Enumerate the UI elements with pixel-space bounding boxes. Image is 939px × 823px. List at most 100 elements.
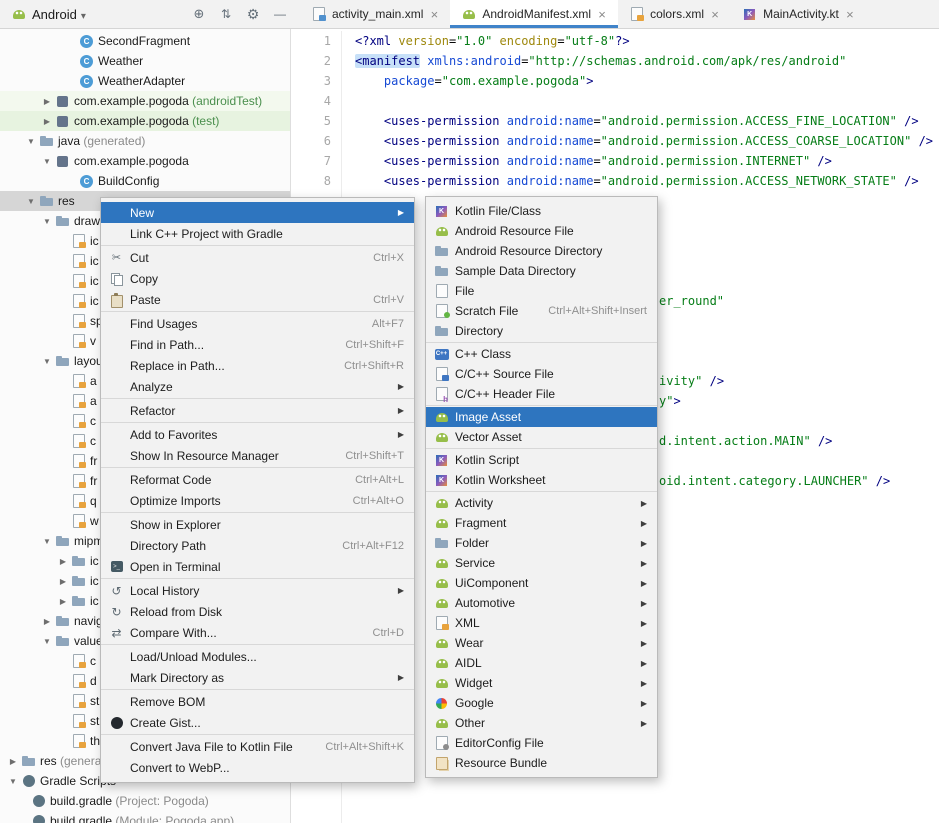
menu-item-cut[interactable]: CutCtrl+X	[101, 247, 414, 268]
locate-icon[interactable]	[191, 6, 207, 22]
tree-item-suffix: (generated)	[80, 134, 145, 148]
menu-item-wear[interactable]: Wear	[426, 633, 657, 653]
tree-item-com-example-pogoda[interactable]: com.example.pogoda	[0, 151, 290, 171]
menu-item-vector-asset[interactable]: Vector Asset	[426, 427, 657, 447]
tree-item-secondfragment[interactable]: SecondFragment	[0, 31, 290, 51]
chevron-right-icon[interactable]	[6, 757, 20, 766]
menu-item-activity[interactable]: Activity	[426, 493, 657, 513]
tab-activity-main-xml[interactable]: activity_main.xml	[300, 0, 450, 28]
menu-item-android-resource-directory[interactable]: Android Resource Directory	[426, 241, 657, 261]
menu-item-sample-data-directory[interactable]: Sample Data Directory	[426, 261, 657, 281]
menu-item-label: UiComponent	[455, 576, 528, 590]
menu-item-directory-path[interactable]: Directory PathCtrl+Alt+F12	[101, 535, 414, 556]
close-icon[interactable]	[844, 8, 856, 21]
tree-item-com-example-pogoda-test[interactable]: com.example.pogoda (test)	[0, 111, 290, 131]
menu-item-folder[interactable]: Folder	[426, 533, 657, 553]
menu-item-copy[interactable]: Copy	[101, 268, 414, 289]
menu-item-refactor[interactable]: Refactor	[101, 400, 414, 421]
close-icon[interactable]	[596, 8, 608, 21]
menu-item-convert-to-webp[interactable]: Convert to WebP...	[101, 757, 414, 778]
menu-item-analyze[interactable]: Analyze	[101, 376, 414, 397]
menu-item-link-c-project-with-gradle[interactable]: Link C++ Project with Gradle	[101, 223, 414, 244]
menu-item-resource-bundle[interactable]: Resource Bundle	[426, 753, 657, 773]
chevron-right-icon[interactable]	[40, 617, 54, 626]
xml-icon	[70, 713, 87, 729]
hide-panel-icon[interactable]	[272, 6, 288, 22]
menu-item-automotive[interactable]: Automotive	[426, 593, 657, 613]
menu-item-optimize-imports[interactable]: Optimize ImportsCtrl+Alt+O	[101, 490, 414, 511]
menu-item-paste[interactable]: PasteCtrl+V	[101, 289, 414, 310]
chevron-down-icon[interactable]	[40, 637, 54, 646]
menu-item-kotlin-file-class[interactable]: Kotlin File/Class	[426, 201, 657, 221]
menu-item-add-to-favorites[interactable]: Add to Favorites	[101, 424, 414, 445]
menu-item-android-resource-file[interactable]: Android Resource File	[426, 221, 657, 241]
chevron-down-icon[interactable]	[24, 137, 38, 146]
menu-item-local-history[interactable]: Local History	[101, 580, 414, 601]
menu-item-xml[interactable]: XML	[426, 613, 657, 633]
chevron-down-icon[interactable]	[40, 157, 54, 166]
menu-item-widget[interactable]: Widget	[426, 673, 657, 693]
menu-item-reformat-code[interactable]: Reformat CodeCtrl+Alt+L	[101, 469, 414, 490]
chevron-down-icon[interactable]	[40, 357, 54, 366]
menu-item-open-in-terminal[interactable]: Open in Terminal	[101, 556, 414, 577]
menu-item-aidl[interactable]: AIDL	[426, 653, 657, 673]
menu-item-c-class[interactable]: C++ Class	[426, 344, 657, 364]
chevron-right-icon[interactable]	[56, 557, 70, 566]
menu-item-replace-in-path[interactable]: Replace in Path...Ctrl+Shift+R	[101, 355, 414, 376]
menu-shortcut: Ctrl+Alt+F12	[342, 540, 404, 552]
chevron-down-icon[interactable]	[40, 217, 54, 226]
chevron-down-icon[interactable]	[24, 197, 38, 206]
tree-item-weatheradapter[interactable]: WeatherAdapter	[0, 71, 290, 91]
settings-gear-icon[interactable]	[245, 6, 261, 22]
menu-item-other[interactable]: Other	[426, 713, 657, 733]
menu-item-find-in-path[interactable]: Find in Path...Ctrl+Shift+F	[101, 334, 414, 355]
menu-item-mark-directory-as[interactable]: Mark Directory as	[101, 667, 414, 688]
project-view-selector[interactable]: Android	[32, 7, 86, 22]
package-icon	[54, 113, 71, 129]
menu-item-find-usages[interactable]: Find UsagesAlt+F7	[101, 313, 414, 334]
menu-item-reload-from-disk[interactable]: Reload from Disk	[101, 601, 414, 622]
tree-item-build-gradle-module-pogoda-app[interactable]: build.gradle (Module: Pogoda.app)	[0, 811, 290, 823]
menu-item-show-in-explorer[interactable]: Show in Explorer	[101, 514, 414, 535]
tree-item-com-example-pogoda-androidtest[interactable]: com.example.pogoda (androidTest)	[0, 91, 290, 111]
close-icon[interactable]	[709, 8, 721, 21]
chevron-down-icon[interactable]	[40, 537, 54, 546]
menu-item-directory[interactable]: Directory	[426, 321, 657, 341]
menu-item-convert-java-file-to-kotlin-file[interactable]: Convert Java File to Kotlin FileCtrl+Alt…	[101, 736, 414, 757]
menu-item-editorconfig-file[interactable]: EditorConfig File	[426, 733, 657, 753]
chevron-right-icon[interactable]	[40, 97, 54, 106]
chevron-right-icon[interactable]	[56, 577, 70, 586]
chevron-right-icon[interactable]	[56, 597, 70, 606]
menu-item-load-unload-modules[interactable]: Load/Unload Modules...	[101, 646, 414, 667]
menu-item-fragment[interactable]: Fragment	[426, 513, 657, 533]
tab-colors-xml[interactable]: colors.xml	[618, 0, 731, 28]
menu-item-image-asset[interactable]: Image Asset	[426, 407, 657, 427]
menu-item-right	[376, 208, 404, 217]
menu-item-scratch-file[interactable]: Scratch FileCtrl+Alt+Shift+Insert	[426, 301, 657, 321]
chevron-down-icon[interactable]	[6, 777, 20, 786]
close-icon[interactable]	[428, 8, 440, 21]
chevron-right-icon[interactable]	[40, 117, 54, 126]
menu-item-c-c-header-file[interactable]: C/C++ Header File	[426, 384, 657, 404]
menu-item-file[interactable]: File	[426, 281, 657, 301]
menu-item-compare-with[interactable]: Compare With...Ctrl+D	[101, 622, 414, 643]
tree-item-build-gradle-project-pogoda[interactable]: build.gradle (Project: Pogoda)	[0, 791, 290, 811]
menu-item-uicomponent[interactable]: UiComponent	[426, 573, 657, 593]
menu-item-c-c-source-file[interactable]: C/C++ Source File	[426, 364, 657, 384]
menu-item-kotlin-worksheet[interactable]: Kotlin Worksheet	[426, 470, 657, 490]
menu-item-new[interactable]: New	[101, 202, 414, 223]
tree-item-java-generated[interactable]: java (generated)	[0, 131, 290, 151]
menu-item-remove-bom[interactable]: Remove BOM	[101, 691, 414, 712]
menu-item-kotlin-script[interactable]: Kotlin Script	[426, 450, 657, 470]
tree-item-label: c	[90, 434, 96, 448]
tree-item-buildconfig[interactable]: BuildConfig	[0, 171, 290, 191]
collapse-all-icon[interactable]	[218, 6, 234, 22]
menu-item-service[interactable]: Service	[426, 553, 657, 573]
menu-item-right: Ctrl+V	[357, 294, 404, 306]
tree-item-weather[interactable]: Weather	[0, 51, 290, 71]
tab-androidmanifest-xml[interactable]: AndroidManifest.xml	[450, 0, 618, 28]
menu-item-google[interactable]: Google	[426, 693, 657, 713]
tab-mainactivity-kt[interactable]: MainActivity.kt	[731, 0, 866, 28]
menu-item-show-in-resource-manager[interactable]: Show In Resource ManagerCtrl+Shift+T	[101, 445, 414, 466]
menu-item-create-gist[interactable]: Create Gist...	[101, 712, 414, 733]
